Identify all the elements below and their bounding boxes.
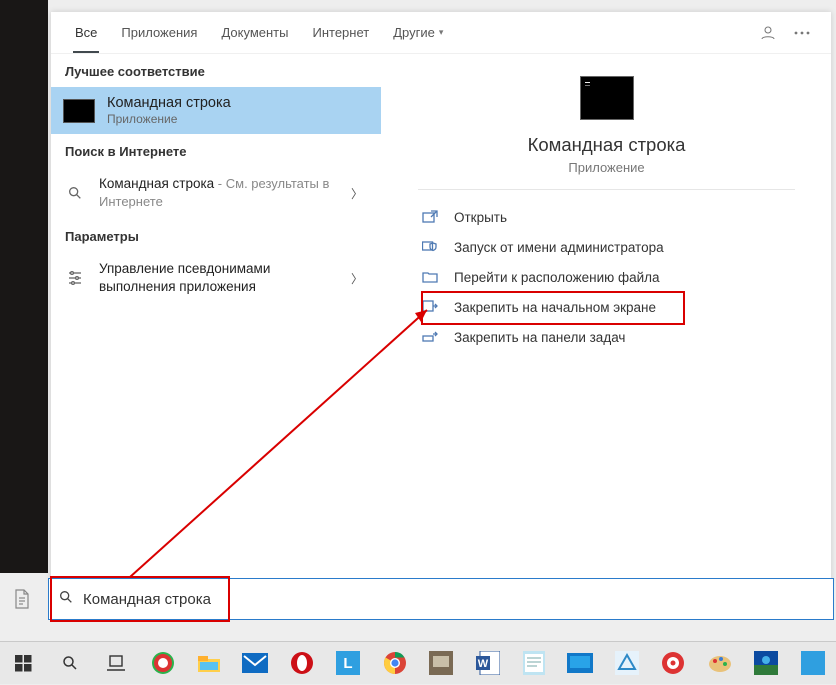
result-web-cmd[interactable]: Командная строка - См. результаты в Инте… [51, 167, 381, 219]
tab-internet[interactable]: Интернет [300, 13, 381, 53]
taskbar-app-notepad[interactable] [511, 642, 557, 685]
search-results-column: Лучшее соответствие Командная строка При… [51, 54, 381, 582]
action-open[interactable]: Открыть [382, 202, 831, 232]
search-input[interactable] [83, 591, 833, 608]
tab-more[interactable]: Другие▾ [381, 13, 455, 53]
taskbar-app-photos[interactable] [743, 642, 789, 685]
chevron-down-icon: ▾ [439, 27, 444, 38]
taskbar-app-recycle[interactable] [604, 642, 650, 685]
action-pin-taskbar[interactable]: Закрепить на панели задач [382, 322, 831, 352]
taskbar: L W [0, 641, 836, 684]
detail-pane: Командная строка Приложение Открыть Запу… [381, 54, 831, 582]
search-icon [49, 589, 83, 610]
taskbar-app-movavi[interactable] [650, 642, 696, 685]
taskbar-search-box[interactable] [48, 578, 834, 620]
more-icon[interactable] [785, 16, 819, 50]
taskbar-app-word[interactable]: W [464, 642, 510, 685]
pin-start-icon [420, 299, 440, 315]
taskbar-app-screen[interactable] [557, 642, 603, 685]
result-best-cmd[interactable]: Командная строка Приложение [51, 87, 381, 134]
svg-text:L: L [344, 655, 353, 672]
svg-text:W: W [477, 658, 488, 670]
section-web: Поиск в Интернете [51, 134, 381, 167]
taskbar-app-opera-corp[interactable] [139, 642, 185, 685]
chevron-right-icon: 〉 [345, 270, 369, 287]
taskbar-app-explorer[interactable] [186, 642, 232, 685]
result-settings-alias[interactable]: Управление псевдонимами выполнения прило… [51, 252, 381, 304]
taskbar-app-mail[interactable] [232, 642, 278, 685]
action-run-as-admin[interactable]: Запуск от имени администратора [382, 232, 831, 262]
settings-list-icon [63, 266, 87, 290]
taskbar-app-other[interactable] [789, 642, 835, 685]
open-icon [420, 209, 440, 225]
section-best-match: Лучшее соответствие [51, 54, 381, 87]
section-settings: Параметры [51, 219, 381, 252]
cmd-thumb-icon [63, 99, 95, 123]
tab-apps[interactable]: Приложения [109, 13, 209, 53]
desktop-backdrop [0, 0, 48, 573]
cmd-large-icon [580, 76, 634, 120]
action-pin-start[interactable]: Закрепить на начальном экране [382, 292, 831, 322]
start-search-panel: Все Приложения Документы Интернет Другие… [51, 12, 831, 582]
feedback-icon[interactable] [751, 16, 785, 50]
folder-location-icon [420, 269, 440, 285]
chevron-right-icon: 〉 [345, 185, 369, 202]
taskbar-app-opera[interactable] [279, 642, 325, 685]
taskbar-app-device[interactable] [418, 642, 464, 685]
pin-taskbar-icon [420, 329, 440, 345]
task-view-button[interactable] [93, 642, 139, 685]
admin-shield-icon [420, 239, 440, 255]
detail-title: Командная строка [418, 134, 795, 156]
action-open-location[interactable]: Перейти к расположению файла [382, 262, 831, 292]
taskbar-app-l[interactable]: L [325, 642, 371, 685]
tab-documents[interactable]: Документы [209, 13, 300, 53]
search-tab-bar: Все Приложения Документы Интернет Другие… [51, 12, 831, 54]
start-button[interactable] [0, 642, 46, 685]
tab-all[interactable]: Все [63, 13, 109, 53]
search-icon [63, 181, 87, 205]
taskbar-app-chrome[interactable] [372, 642, 418, 685]
document-icon[interactable] [8, 584, 36, 614]
taskbar-search-button[interactable] [46, 642, 92, 685]
detail-subtitle: Приложение [418, 160, 795, 175]
taskbar-app-paint[interactable] [697, 642, 743, 685]
